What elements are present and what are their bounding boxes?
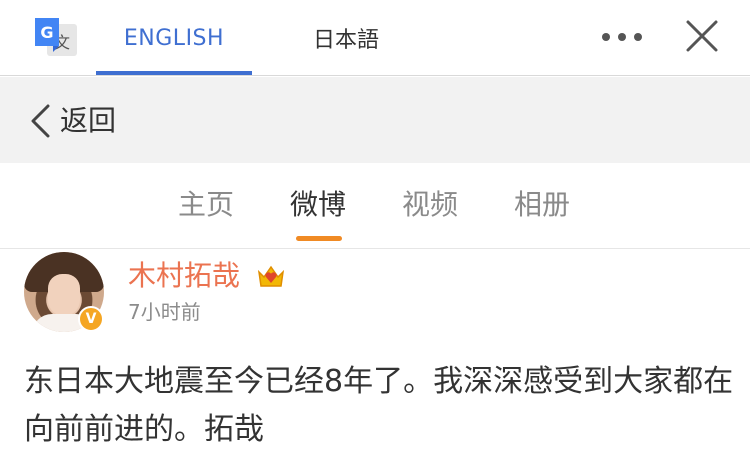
tab-weibo[interactable]: 微博: [290, 185, 346, 225]
back-button[interactable]: 返回: [60, 101, 116, 141]
profile-tabs: 主页 微博 视频 相册: [0, 163, 750, 249]
close-icon[interactable]: [684, 18, 720, 54]
dot: [602, 33, 610, 41]
username[interactable]: 木村拓哉: [128, 256, 240, 296]
active-tab-indicator: [296, 236, 342, 241]
tab-english-indicator: [96, 71, 252, 75]
post-timestamp: 7小时前: [128, 300, 201, 324]
tab-japanese[interactable]: 日本語: [286, 0, 406, 76]
svg-text:G: G: [40, 23, 53, 42]
verified-badge: V: [78, 306, 104, 332]
google-translate-icon[interactable]: 文 G: [33, 14, 79, 60]
back-bar: 返回: [0, 77, 750, 163]
post-text: 东日本大地震至今已经8年了。我深深感受到大家都在向前前进的。拓哉: [24, 364, 734, 447]
tab-home[interactable]: 主页: [178, 185, 234, 225]
translate-bar: 文 G ENGLISH 日本語: [0, 0, 750, 76]
tab-video[interactable]: 视频: [402, 185, 458, 225]
vip-crown-icon: [257, 265, 285, 287]
more-horizontal-icon[interactable]: [602, 24, 642, 50]
tab-english[interactable]: ENGLISH: [96, 0, 252, 76]
tab-album[interactable]: 相册: [514, 185, 570, 225]
dot: [618, 33, 626, 41]
chevron-left-icon[interactable]: [28, 103, 52, 139]
avatar-face: [48, 274, 80, 316]
dot: [634, 33, 642, 41]
